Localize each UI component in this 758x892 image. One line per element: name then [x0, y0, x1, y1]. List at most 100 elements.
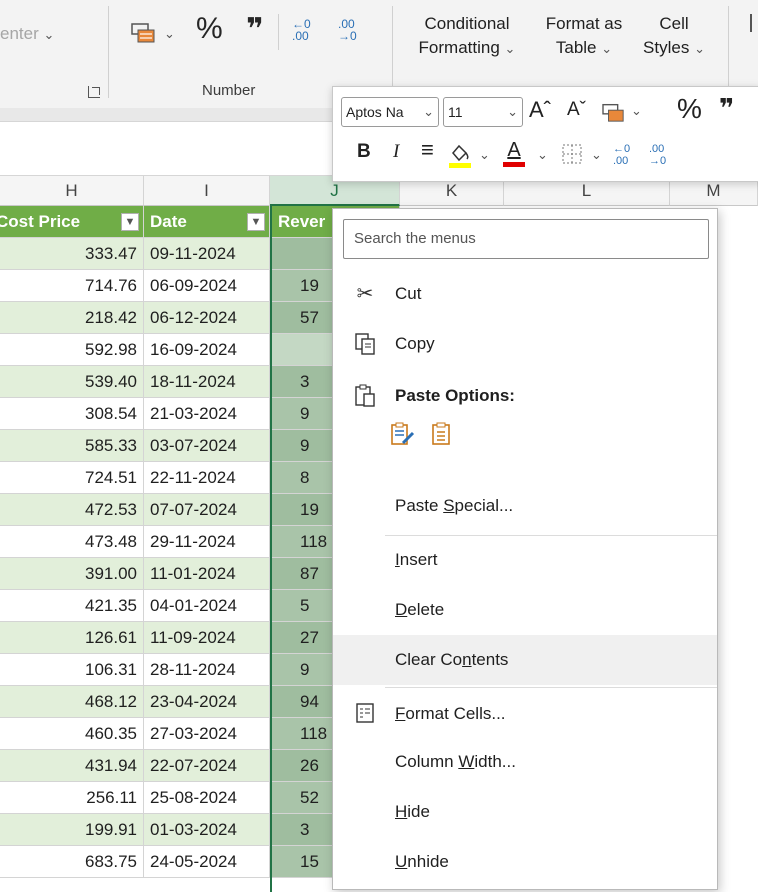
increase-font-size-button[interactable]: Aˆ: [529, 97, 551, 123]
menu-item-hide-label: Hide: [395, 802, 430, 821]
menu-item-insert[interactable]: Insert: [333, 535, 717, 585]
date-cell[interactable]: 06-09-2024: [144, 270, 270, 302]
percent-style-button[interactable]: %: [677, 93, 702, 125]
date-cell[interactable]: 22-11-2024: [144, 462, 270, 494]
column-header-i[interactable]: I: [144, 176, 270, 206]
date-cell[interactable]: 18-11-2024: [144, 366, 270, 398]
cost-price-cell[interactable]: 539.40: [0, 366, 144, 398]
cost-price-cell[interactable]: 683.75: [0, 846, 144, 878]
borders-icon[interactable]: [561, 143, 583, 165]
cost-price-cell[interactable]: 421.35: [0, 590, 144, 622]
date-cell[interactable]: 25-08-2024: [144, 782, 270, 814]
cell-styles-label-2: Styles: [643, 38, 690, 57]
date-cell[interactable]: 06-12-2024: [144, 302, 270, 334]
increase-decimal-icon[interactable]: ←0.00: [292, 18, 311, 42]
font-size-dropdown[interactable]: 11 ⌄: [443, 97, 523, 127]
date-cell[interactable]: 07-07-2024: [144, 494, 270, 526]
conditional-formatting-label-1: Conditional: [424, 14, 510, 33]
date-cell[interactable]: 09-11-2024: [144, 238, 270, 270]
percent-style-button[interactable]: %: [196, 12, 223, 46]
date-cell[interactable]: 23-04-2024: [144, 686, 270, 718]
cost-price-cell[interactable]: 460.35: [0, 718, 144, 750]
cost-price-cell[interactable]: 472.53: [0, 494, 144, 526]
menu-item-paste-special[interactable]: Paste Special...: [333, 481, 717, 531]
menu-item-copy[interactable]: Copy: [333, 319, 717, 369]
date-cell[interactable]: 22-07-2024: [144, 750, 270, 782]
menu-item-format-cells[interactable]: Format Cells...: [333, 689, 717, 739]
menu-item-cut[interactable]: ✂ Cut: [333, 269, 717, 319]
menu-item-paste-special-label: Paste Special...: [395, 496, 514, 515]
font-color-icon[interactable]: A: [501, 139, 527, 169]
decrease-font-size-button[interactable]: Aˇ: [567, 99, 586, 121]
chevron-down-icon[interactable]: ⌄: [479, 147, 490, 163]
date-cell[interactable]: 03-07-2024: [144, 430, 270, 462]
date-cell[interactable]: 28-11-2024: [144, 654, 270, 686]
cost-price-cell[interactable]: 592.98: [0, 334, 144, 366]
menu-item-column-width[interactable]: Column Width...: [333, 737, 717, 787]
cost-price-cell[interactable]: 256.11: [0, 782, 144, 814]
date-cell[interactable]: 21-03-2024: [144, 398, 270, 430]
date-cell[interactable]: 24-05-2024: [144, 846, 270, 878]
cost-price-cell[interactable]: 308.54: [0, 398, 144, 430]
date-cell[interactable]: 16-09-2024: [144, 334, 270, 366]
menu-item-delete[interactable]: Delete: [333, 585, 717, 635]
cost-price-cell[interactable]: 333.47: [0, 238, 144, 270]
comma-style-button[interactable]: ❞: [246, 12, 264, 47]
chevron-down-icon[interactable]: ⌄: [591, 147, 602, 163]
menu-item-hide[interactable]: Hide: [333, 787, 717, 837]
paste-values-icon[interactable]: [429, 421, 455, 447]
cell-styles-label-1: Cell: [659, 14, 689, 33]
paste-formatting-icon[interactable]: [389, 421, 415, 447]
cost-price-cell[interactable]: 714.76: [0, 270, 144, 302]
font-name-dropdown[interactable]: Aptos Na ⌄: [341, 97, 439, 127]
search-menus-input[interactable]: Search the menus: [343, 219, 709, 259]
header-cell-cost-price[interactable]: Cost Price ▼: [0, 206, 144, 238]
chevron-down-icon[interactable]: ⌄: [537, 147, 548, 163]
chevron-down-icon[interactable]: ⌄: [164, 26, 175, 42]
column-header-h[interactable]: H: [0, 176, 144, 206]
comma-style-button[interactable]: ❞: [719, 93, 734, 124]
menu-item-column-width-label: Column Width...: [395, 752, 516, 771]
cost-price-cell[interactable]: 724.51: [0, 462, 144, 494]
ribbon-separator: [278, 14, 279, 50]
date-cell[interactable]: 29-11-2024: [144, 526, 270, 558]
number-format-icon[interactable]: [601, 101, 627, 123]
cost-price-cell[interactable]: 391.00: [0, 558, 144, 590]
filter-dropdown-icon[interactable]: ▼: [121, 213, 139, 231]
number-dialog-launcher-icon[interactable]: [88, 86, 100, 98]
cost-price-cell[interactable]: 106.31: [0, 654, 144, 686]
menu-item-cut-label: Cut: [395, 284, 422, 303]
header-cell-date[interactable]: Date ▼: [144, 206, 270, 238]
menu-item-format-cells-label: Format Cells...: [395, 704, 506, 723]
font-size-value: 11: [448, 104, 463, 120]
cost-price-cell[interactable]: 218.42: [0, 302, 144, 334]
format-as-table-button[interactable]: Format as Table ⌄: [536, 12, 632, 61]
cost-price-cell[interactable]: 431.94: [0, 750, 144, 782]
date-cell[interactable]: 01-03-2024: [144, 814, 270, 846]
decrease-decimal-icon[interactable]: .00 →0: [649, 143, 666, 167]
number-format-icon[interactable]: [130, 20, 158, 44]
fill-color-icon[interactable]: [447, 141, 473, 169]
cell-styles-button[interactable]: Cell Styles ⌄: [634, 12, 714, 61]
cost-price-cell[interactable]: 468.12: [0, 686, 144, 718]
cost-price-cell[interactable]: 585.33: [0, 430, 144, 462]
cost-price-cell[interactable]: 473.48: [0, 526, 144, 558]
merge-center-button[interactable]: enter ⌄: [0, 24, 54, 44]
cost-price-cell[interactable]: 199.91: [0, 814, 144, 846]
decrease-decimal-icon[interactable]: .00 →0: [338, 18, 357, 42]
increase-decimal-icon[interactable]: ←0.00: [613, 143, 630, 167]
chevron-down-icon[interactable]: ⌄: [631, 103, 642, 119]
date-cell[interactable]: 27-03-2024: [144, 718, 270, 750]
conditional-formatting-button[interactable]: Conditional Formatting ⌄: [404, 12, 530, 61]
align-center-icon[interactable]: ≡: [421, 137, 434, 163]
date-cell[interactable]: 11-01-2024: [144, 558, 270, 590]
menu-item-unhide[interactable]: Unhide: [333, 837, 717, 887]
date-cell[interactable]: 04-01-2024: [144, 590, 270, 622]
date-cell[interactable]: 11-09-2024: [144, 622, 270, 654]
menu-item-clear-contents[interactable]: Clear Contents: [333, 635, 717, 685]
bold-button[interactable]: B: [357, 141, 371, 163]
ribbon-overflow-icon[interactable]: [750, 14, 752, 32]
filter-dropdown-icon[interactable]: ▼: [247, 213, 265, 231]
italic-button[interactable]: I: [393, 141, 399, 163]
cost-price-cell[interactable]: 126.61: [0, 622, 144, 654]
